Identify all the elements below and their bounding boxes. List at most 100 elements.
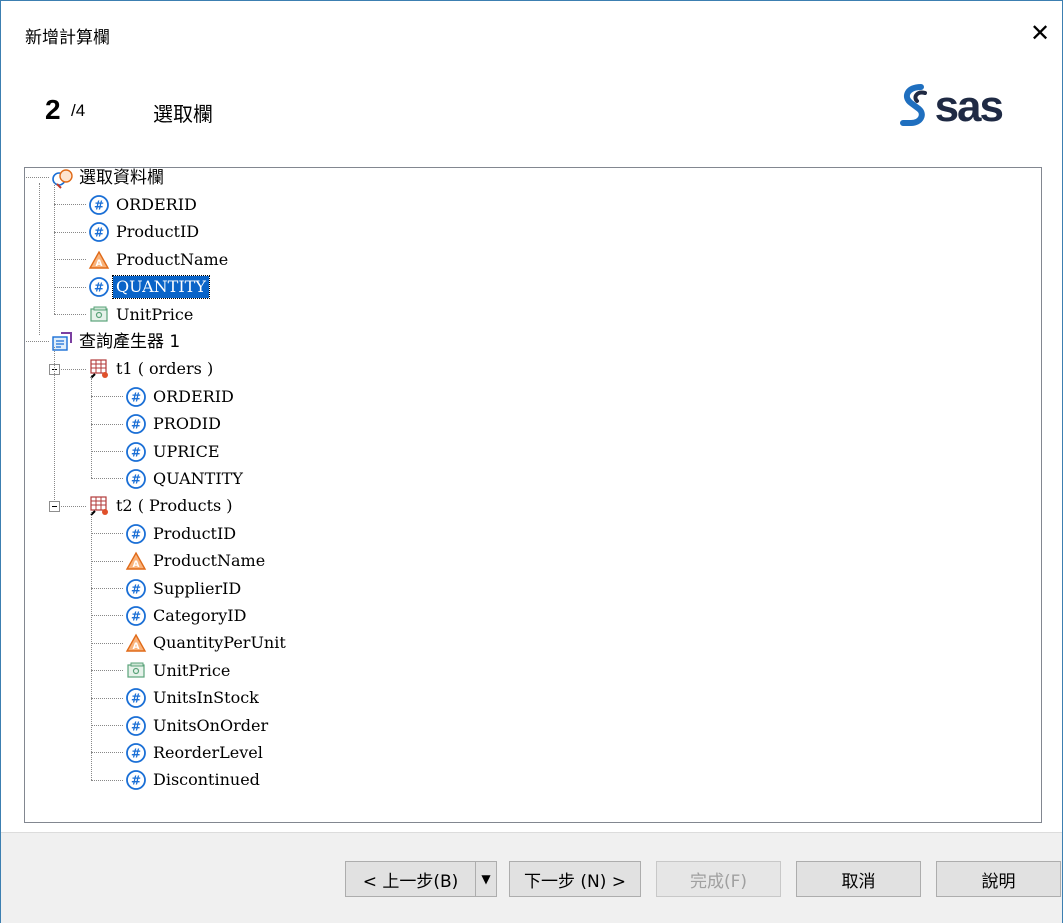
footer-bar: < 上一步(B) ▼ 下一步 (N) > 完成(F) 取消 說明 (1, 832, 1062, 923)
tree-connector (91, 588, 123, 589)
tree-column-item[interactable]: A ProductName (88, 246, 231, 273)
tree-item-label: PRODID (153, 414, 221, 434)
tree-column-item[interactable]: A QuantityPerUnit (125, 630, 289, 657)
tree-item-label: CategoryID (153, 605, 247, 625)
tree-item-label: ProductID (116, 222, 200, 242)
tree-column-item[interactable]: # CategoryID (125, 602, 249, 629)
tree-guide (54, 183, 55, 314)
tree-column-item[interactable]: UnitPrice (125, 657, 233, 684)
character-column-icon: A (88, 250, 110, 269)
tree-connector (91, 697, 123, 699)
tree-column-item[interactable]: # UPRICE (125, 438, 223, 465)
svg-text:#: # (94, 226, 104, 240)
numeric-column-icon: # (126, 605, 146, 626)
character-column-icon: A (125, 551, 147, 570)
tree-connector (54, 286, 86, 288)
svg-text:A: A (96, 259, 103, 269)
cancel-button[interactable]: 取消 (796, 861, 921, 897)
svg-text:#: # (131, 692, 141, 706)
tree-column-item[interactable]: # QUANTITY (88, 274, 210, 301)
tree-column-item[interactable]: # UnitsInStock (125, 685, 262, 712)
tree-column-item[interactable]: # ProductID (125, 520, 239, 547)
tree-column-item[interactable]: # UnitsOnOrder (125, 712, 271, 739)
collapse-toggle[interactable] (49, 500, 60, 512)
tree-column-item[interactable]: # Discontinued (125, 767, 263, 794)
tree-item-label: 查詢產生器 1 (79, 331, 181, 352)
currency-column-icon (127, 662, 145, 678)
svg-text:#: # (131, 609, 141, 623)
svg-text:A: A (133, 560, 140, 570)
tree-column-item[interactable]: UnitPrice (88, 301, 196, 328)
tree-connector (25, 177, 49, 178)
svg-text:#: # (131, 719, 141, 733)
tree-connector (91, 615, 123, 617)
numeric-column-icon: # (126, 386, 146, 407)
tree-item-label: UnitsInStock (153, 688, 259, 708)
tree-item-label: ProductID (153, 523, 237, 543)
tree-item-label: ProductName (116, 249, 229, 269)
back-button-label[interactable]: < 上一步(B) (346, 862, 475, 896)
tree-item-label: QUANTITY (112, 275, 210, 300)
currency-column-icon (90, 306, 108, 322)
tree-item-label: SupplierID (153, 578, 242, 598)
tree-item-label: t1 ( orders ) (116, 359, 214, 379)
sas-logo-text: sas (934, 82, 1004, 131)
column-tree[interactable]: 選取資料欄 # ORDERID # ProductID A ProductName # QUAN… (24, 167, 1042, 823)
numeric-column-icon: # (126, 770, 146, 791)
svg-text:#: # (131, 418, 141, 432)
tree-connector (91, 670, 123, 672)
tree-connector (91, 478, 123, 480)
back-button[interactable]: < 上一步(B) ▼ (345, 861, 497, 897)
numeric-column-icon: # (126, 742, 146, 763)
svg-text:#: # (131, 774, 141, 788)
numeric-column-icon: # (126, 441, 146, 462)
tree-connector (54, 204, 86, 206)
tree-connector (91, 396, 123, 398)
tree-item-label: UPRICE (153, 441, 220, 461)
tree-item-label: QuantityPerUnit (153, 633, 286, 653)
next-button[interactable]: 下一步 (N) > (509, 861, 641, 897)
svg-text:#: # (131, 445, 141, 459)
close-icon[interactable]: ✕ (1026, 19, 1054, 47)
tree-connector (91, 725, 123, 726)
tree-connector (54, 314, 86, 315)
numeric-column-icon: # (126, 414, 146, 434)
chevron-down-icon[interactable]: ▼ (475, 862, 496, 896)
tree-connector (25, 341, 49, 343)
svg-text:#: # (131, 582, 141, 596)
tree-node-table[interactable]: t2 ( Products ) (88, 493, 236, 520)
tree-column-item[interactable]: # QUANTITY (125, 465, 246, 492)
tree-column-item[interactable]: # SupplierID (125, 575, 244, 602)
tree-connector (91, 779, 123, 781)
tree-column-item[interactable]: # ReorderLevel (125, 739, 266, 766)
tree-column-item[interactable]: # ORDERID (125, 383, 237, 410)
numeric-column-icon: # (126, 715, 146, 736)
tree-node-table[interactable]: t1 ( orders ) (88, 356, 216, 383)
tree-column-item[interactable]: # PRODID (125, 411, 224, 438)
step-title: 選取欄 (153, 102, 213, 126)
tree-connector (91, 423, 123, 425)
numeric-column-icon: # (89, 277, 109, 297)
tree-item-label: UnitPrice (116, 304, 194, 324)
numeric-column-icon: # (126, 688, 146, 708)
tree-guide (91, 511, 92, 780)
tree-guide (54, 347, 55, 500)
tree-node-selected-columns[interactable]: 選取資料欄 (51, 168, 167, 191)
new-computed-column-dialog: 新增計算欄 ✕ 2 /4 選取欄 sas 選取資料欄 # ORDERID # Produ… (0, 0, 1063, 923)
tree-item-label: QUANTITY (153, 468, 243, 488)
numeric-column-icon: # (126, 468, 146, 489)
window-title: 新增計算欄 (25, 28, 110, 48)
tree-item-label: ReorderLevel (153, 742, 263, 762)
help-button[interactable]: 說明 (936, 861, 1061, 897)
tree-column-item[interactable]: A ProductName (125, 548, 268, 575)
finish-button[interactable]: 完成(F) (656, 861, 781, 897)
tree-connector (54, 231, 86, 233)
tree-node-query-builder[interactable]: 查詢產生器 1 (51, 328, 183, 355)
svg-text:#: # (131, 390, 141, 404)
svg-text:#: # (131, 472, 141, 486)
tree-item-label: ProductName (153, 551, 266, 571)
tree-column-item[interactable]: # ORDERID (88, 191, 200, 218)
tree-column-item[interactable]: # ProductID (88, 219, 202, 246)
tree-connector (91, 533, 123, 535)
numeric-column-icon: # (126, 578, 146, 599)
